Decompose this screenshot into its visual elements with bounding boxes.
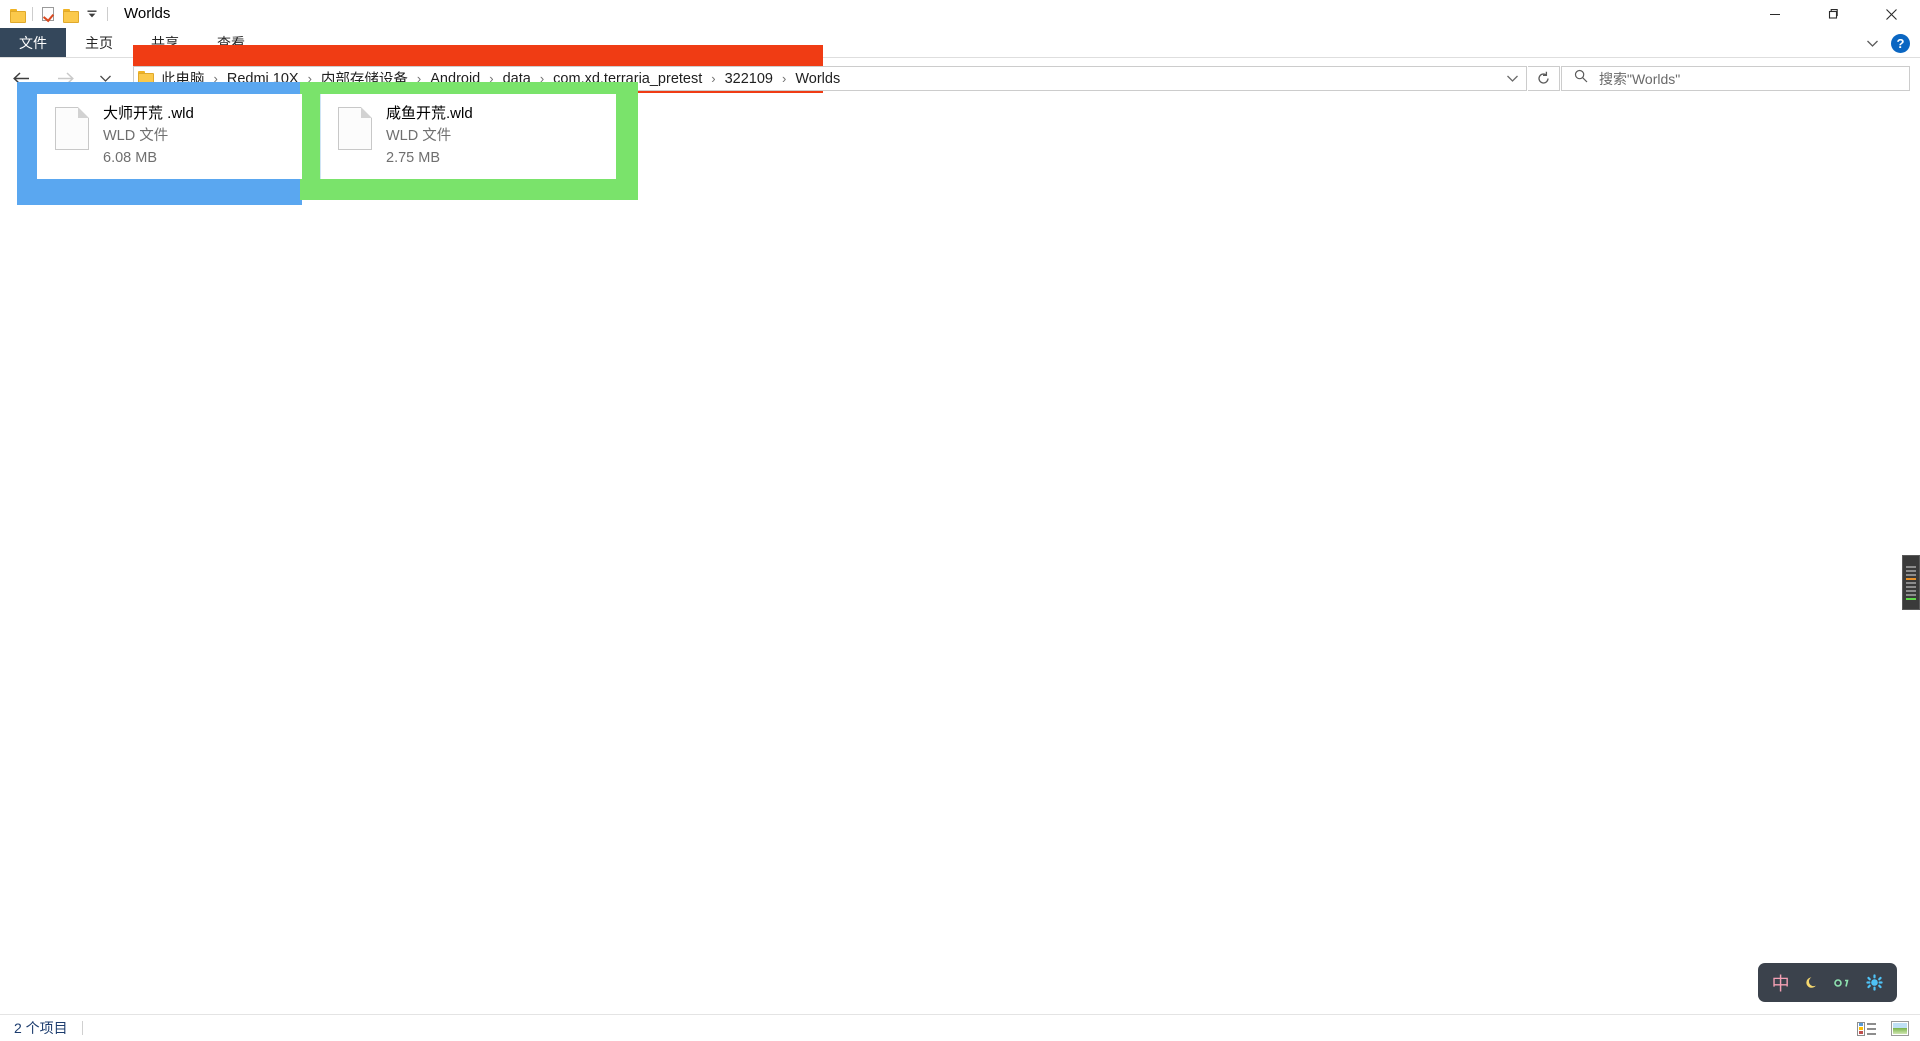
list-item[interactable]: 咸鱼开荒.wld WLD 文件 2.75 MB: [320, 94, 616, 179]
quick-access-toolbar: [0, 0, 112, 28]
view-mode-buttons: [1854, 1015, 1912, 1041]
search-icon: [1574, 69, 1588, 88]
file-info: 大师开荒 .wld WLD 文件 6.08 MB: [103, 101, 194, 168]
search-box[interactable]: 搜索"Worlds": [1561, 66, 1910, 91]
window-controls: [1746, 0, 1920, 28]
details-view-button[interactable]: [1854, 1019, 1878, 1039]
folder-icon[interactable]: [6, 3, 28, 25]
file-icon: [55, 107, 89, 150]
refresh-button[interactable]: [1528, 66, 1560, 91]
file-type: WLD 文件: [386, 128, 452, 144]
close-button[interactable]: [1862, 0, 1920, 28]
expand-ribbon-chevron-down-icon[interactable]: [1861, 32, 1883, 54]
chinese-mode-icon[interactable]: 中: [1768, 970, 1794, 996]
qat-divider: [32, 7, 33, 21]
file-icon: [338, 107, 372, 150]
item-count-label: 2 个项目: [14, 1020, 68, 1036]
title-bar: Worlds: [0, 0, 1920, 28]
status-bar: 2 个项目: [0, 1014, 1920, 1041]
file-list-area[interactable]: 大师开荒 .wld WLD 文件 6.08 MB 咸鱼开荒.wld WLD 文件…: [0, 82, 1920, 1014]
status-divider: [81, 1021, 83, 1035]
address-bar-right: [1498, 67, 1526, 90]
edge-overlay-gadget[interactable]: [1902, 555, 1920, 610]
punctuation-icon[interactable]: [1830, 976, 1856, 990]
maximize-button[interactable]: [1804, 0, 1862, 28]
list-item[interactable]: 大师开荒 .wld WLD 文件 6.08 MB: [37, 94, 302, 179]
search-input[interactable]: 搜索"Worlds": [1599, 69, 1680, 89]
qat-divider-2: [107, 7, 108, 21]
window-title: Worlds: [124, 5, 171, 22]
minimize-button[interactable]: [1746, 0, 1804, 28]
ime-floating-toolbar[interactable]: 中: [1758, 963, 1897, 1002]
tab-home[interactable]: 主页: [66, 28, 132, 57]
file-size: 6.08 MB: [103, 150, 157, 166]
file-info: 咸鱼开荒.wld WLD 文件 2.75 MB: [386, 101, 473, 168]
large-icons-view-button[interactable]: [1888, 1019, 1912, 1039]
file-explorer-window: Worlds 文件 主页 共享 查看 ? 此电脑 › Redmi 10X › 内…: [0, 0, 1920, 1041]
settings-gear-icon[interactable]: [1861, 974, 1887, 991]
customize-qat-caret-icon[interactable]: [81, 3, 103, 25]
moon-icon[interactable]: [1799, 975, 1825, 991]
breadcrumb-item-6[interactable]: 322109: [722, 71, 776, 87]
ribbon-right-controls: ?: [1861, 28, 1920, 58]
help-icon[interactable]: ?: [1891, 33, 1910, 53]
file-size: 2.75 MB: [386, 150, 440, 166]
new-folder-icon[interactable]: [59, 3, 81, 25]
breadcrumb-separator: ›: [782, 71, 787, 86]
properties-icon[interactable]: [37, 3, 59, 25]
tab-file[interactable]: 文件: [0, 28, 66, 57]
file-name: 大师开荒 .wld: [103, 105, 194, 122]
breadcrumb-separator: ›: [711, 71, 716, 86]
file-type: WLD 文件: [103, 128, 169, 144]
file-name: 咸鱼开荒.wld: [386, 105, 473, 122]
breadcrumb-item-7[interactable]: Worlds: [792, 71, 843, 87]
address-dropdown-chevron-down-icon[interactable]: [1498, 74, 1526, 83]
